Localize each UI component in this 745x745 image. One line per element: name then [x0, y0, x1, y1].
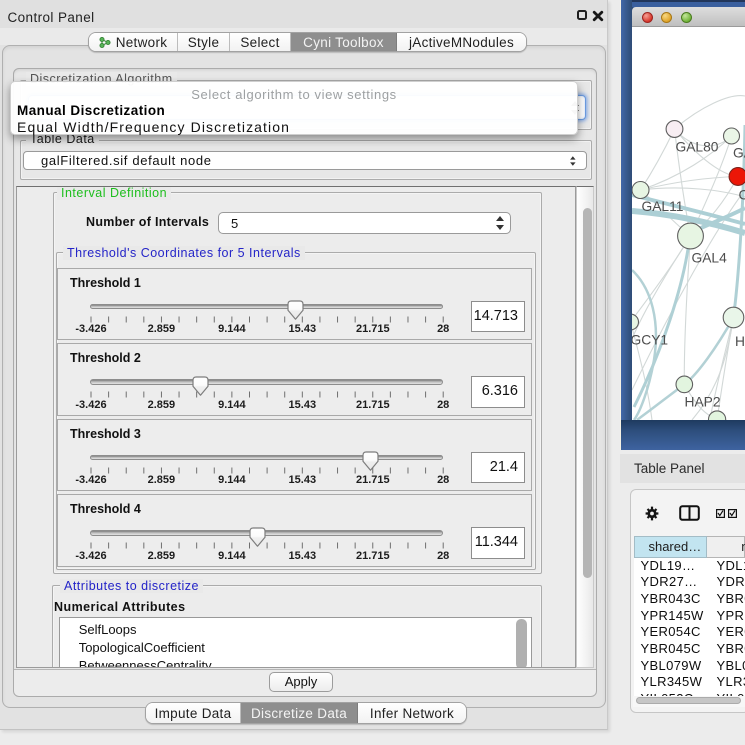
svg-text:H: H	[735, 334, 745, 349]
svg-text:GCY1: GCY1	[632, 333, 668, 348]
svg-text:C: C	[739, 188, 745, 203]
svg-text:GAL11: GAL11	[642, 199, 684, 214]
svg-text:GAL4: GAL4	[692, 251, 728, 266]
svg-text:GA: GA	[733, 146, 745, 161]
svg-text:HAP2: HAP2	[685, 395, 721, 410]
svg-text:GAL80: GAL80	[676, 140, 719, 155]
